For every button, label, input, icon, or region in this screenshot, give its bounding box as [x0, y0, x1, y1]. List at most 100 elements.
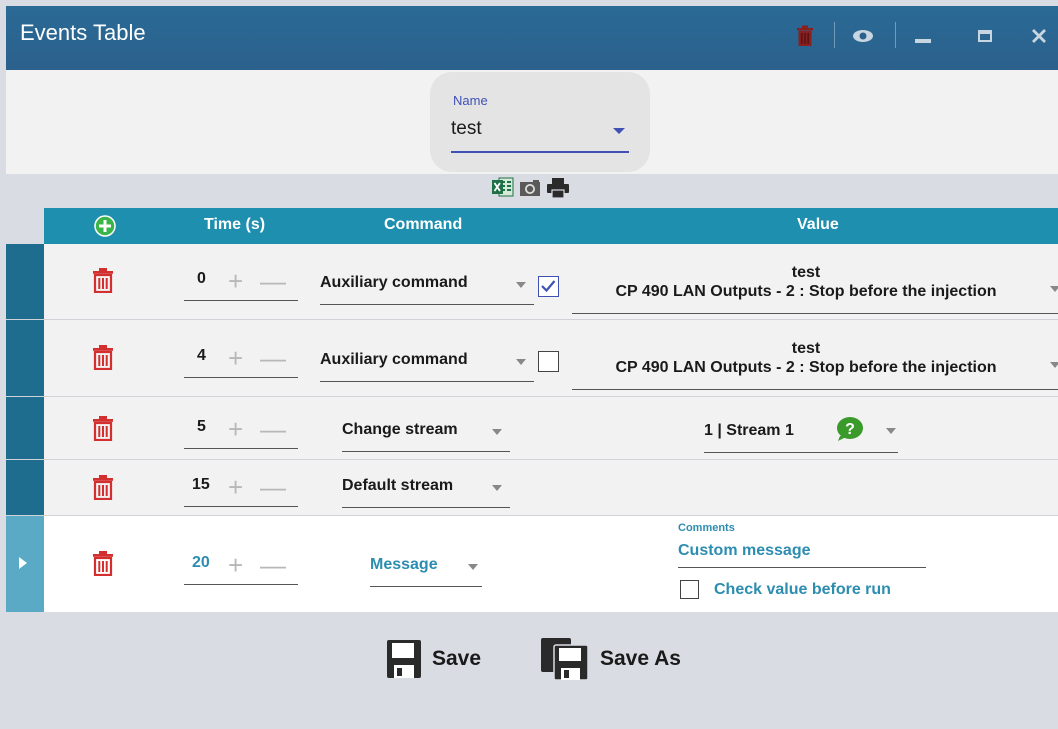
time-value[interactable]: 0: [197, 270, 206, 288]
command-value: Auxiliary command: [320, 351, 468, 368]
value-line1: test: [791, 340, 821, 357]
time-value[interactable]: 4: [197, 347, 206, 365]
row-gutter[interactable]: [6, 516, 44, 612]
excel-icon[interactable]: [492, 177, 514, 202]
add-row-icon[interactable]: [94, 215, 116, 242]
chevron-down-icon[interactable]: [516, 359, 526, 365]
save-label: Save: [432, 647, 482, 670]
command-value: Message: [370, 556, 438, 573]
value-cell[interactable]: test CP 490 LAN Outputs - 2 : Stop befor…: [572, 339, 1040, 377]
row-checkbox[interactable]: [538, 351, 559, 372]
plus-icon[interactable]: +: [228, 416, 243, 442]
chevron-down-icon[interactable]: [1050, 286, 1058, 292]
comments-label: Comments: [678, 522, 735, 534]
row-checkbox[interactable]: [538, 276, 559, 297]
command-value: Change stream: [342, 421, 458, 438]
window-title: Events Table: [20, 20, 146, 45]
table-row[interactable]: 5 + — Change stream 1 | Stream 1 ?: [6, 397, 1058, 460]
row-gutter[interactable]: [6, 460, 44, 516]
minimize-icon[interactable]: [910, 18, 936, 54]
plus-icon[interactable]: +: [228, 552, 243, 578]
command-value: Auxiliary command: [320, 274, 468, 291]
trash-icon[interactable]: [92, 344, 114, 371]
time-stepper[interactable]: 20 + —: [184, 552, 298, 585]
minus-icon[interactable]: —: [260, 552, 286, 578]
name-dropdown[interactable]: Name test: [430, 72, 650, 172]
check-value-checkbox[interactable]: [680, 580, 699, 599]
chevron-down-icon[interactable]: [613, 128, 625, 134]
minus-icon[interactable]: —: [260, 268, 286, 294]
printer-icon[interactable]: [546, 177, 570, 204]
chevron-down-icon[interactable]: [492, 429, 502, 435]
row-gutter[interactable]: [6, 397, 44, 460]
camera-icon[interactable]: [519, 179, 541, 202]
header-value[interactable]: Value: [797, 216, 839, 234]
time-stepper[interactable]: 15 + —: [184, 474, 298, 507]
command-dropdown[interactable]: Change stream: [342, 421, 512, 452]
header-command[interactable]: Command: [384, 216, 462, 234]
floppy-disk-icon: [387, 640, 421, 678]
chevron-down-icon[interactable]: [1050, 362, 1058, 368]
save-button[interactable]: Save: [386, 634, 481, 684]
command-dropdown[interactable]: Default stream: [342, 477, 512, 508]
plus-icon[interactable]: +: [228, 345, 243, 371]
value-cell[interactable]: 1 | Stream 1: [704, 421, 904, 440]
footer: Save Save As: [6, 612, 1058, 729]
chevron-down-icon[interactable]: [516, 282, 526, 288]
save-as-button[interactable]: Save As: [540, 634, 681, 684]
name-value: test: [451, 118, 482, 139]
table-row[interactable]: 4 + — Auxiliary command test CP 490 LAN …: [6, 320, 1058, 397]
check-value-label[interactable]: Check value before run: [714, 581, 891, 599]
plus-icon[interactable]: +: [228, 474, 243, 500]
chevron-down-icon[interactable]: [886, 428, 896, 434]
name-area: Name test: [6, 70, 1058, 174]
time-value[interactable]: 5: [197, 418, 206, 436]
trash-icon[interactable]: [92, 267, 114, 294]
value-cell[interactable]: test CP 490 LAN Outputs - 2 : Stop befor…: [572, 263, 1040, 301]
table-row[interactable]: 20 + — Message Comments Custom message C…: [6, 516, 1058, 612]
trash-icon[interactable]: [92, 415, 114, 442]
time-stepper[interactable]: 5 + —: [184, 416, 298, 449]
title-bar: Events Table: [6, 6, 1058, 70]
time-value[interactable]: 15: [192, 476, 210, 494]
table-row[interactable]: 0 + — Auxiliary command test CP 490 LAN …: [6, 244, 1058, 320]
comment-underline: [678, 567, 926, 568]
eye-icon[interactable]: [848, 18, 878, 54]
command-dropdown[interactable]: Message: [370, 556, 490, 587]
header-time[interactable]: Time (s): [204, 216, 265, 234]
name-underline: [451, 151, 629, 153]
value-line2: CP 490 LAN Outputs - 2 : Stop before the…: [615, 283, 997, 300]
selected-row-arrow-icon: [19, 557, 27, 569]
chevron-down-icon[interactable]: [468, 564, 478, 570]
name-label: Name: [453, 93, 488, 108]
minus-icon[interactable]: —: [260, 474, 286, 500]
time-stepper[interactable]: 0 + —: [184, 268, 298, 301]
help-icon[interactable]: ?: [836, 416, 864, 447]
trash-icon[interactable]: [92, 474, 114, 501]
table-row[interactable]: 15 + — Default stream: [6, 460, 1058, 516]
trash-icon[interactable]: [92, 550, 114, 577]
row-gutter[interactable]: [6, 320, 44, 397]
comment-input[interactable]: Custom message: [678, 542, 811, 560]
stream-value: 1 | Stream 1: [704, 422, 794, 439]
close-icon[interactable]: [1026, 18, 1052, 54]
value-line1: test: [791, 264, 821, 281]
minus-icon[interactable]: —: [260, 345, 286, 371]
chevron-down-icon[interactable]: [492, 485, 502, 491]
command-value: Default stream: [342, 477, 454, 494]
svg-text:?: ?: [845, 421, 855, 438]
command-dropdown[interactable]: Auxiliary command: [320, 351, 540, 382]
table-header: Time (s) Command Value: [44, 208, 1058, 244]
minus-icon[interactable]: —: [260, 416, 286, 442]
row-gutter[interactable]: [6, 244, 44, 320]
events-table-window: Events Table Name test Time (s) Command …: [6, 6, 1058, 729]
plus-icon[interactable]: +: [228, 268, 243, 294]
command-dropdown[interactable]: Auxiliary command: [320, 274, 540, 305]
export-toolbar: [6, 174, 1058, 208]
maximize-icon[interactable]: [972, 18, 998, 54]
time-stepper[interactable]: 4 + —: [184, 345, 298, 378]
floppy-disks-icon: [541, 638, 589, 681]
save-as-label: Save As: [600, 647, 681, 670]
time-value[interactable]: 20: [192, 554, 210, 572]
trash-icon[interactable]: [792, 18, 818, 54]
